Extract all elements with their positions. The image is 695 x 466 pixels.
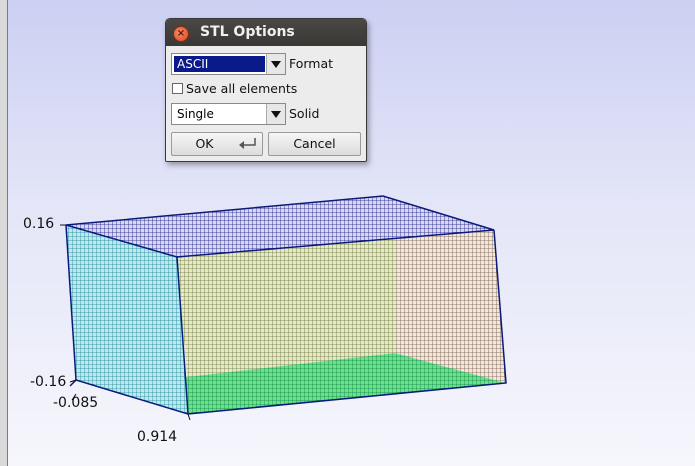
dropdown-arrow-icon — [271, 61, 281, 68]
dialog-titlebar[interactable]: × STL Options — [166, 19, 366, 46]
solid-select[interactable]: Single — [171, 103, 286, 125]
format-select-value: ASCII — [174, 56, 265, 72]
x-axis-label: 0.914 — [137, 429, 178, 445]
window-left-border — [0, 0, 8, 466]
stl-options-dialog: × STL Options ASCII Format Save all elem… — [165, 18, 367, 162]
cancel-button[interactable]: Cancel — [268, 132, 361, 156]
ok-button-label: OK — [195, 136, 214, 151]
cancel-button-label: Cancel — [293, 136, 336, 151]
save-all-elements-checkbox[interactable] — [172, 83, 183, 94]
solid-label: Solid — [289, 106, 320, 121]
solid-select-value: Single — [177, 107, 214, 121]
enter-key-icon — [239, 138, 256, 149]
y-axis-label: -0.085 — [53, 395, 99, 411]
close-icon[interactable]: × — [173, 26, 189, 42]
format-label: Format — [289, 56, 334, 71]
mesh-back-face — [177, 234, 395, 377]
save-all-elements-label[interactable]: Save all elements — [186, 81, 297, 96]
dropdown-arrow-icon — [271, 111, 281, 118]
solid-dropdown-button[interactable] — [266, 104, 285, 124]
dialog-title: STL Options — [200, 24, 295, 40]
z-axis-min-label: -0.16 — [30, 374, 67, 390]
format-select[interactable]: ASCII — [171, 53, 286, 75]
ok-button[interactable]: OK — [171, 132, 263, 156]
format-dropdown-button[interactable] — [266, 54, 285, 74]
z-axis-max-label: 0.16 — [23, 216, 55, 232]
